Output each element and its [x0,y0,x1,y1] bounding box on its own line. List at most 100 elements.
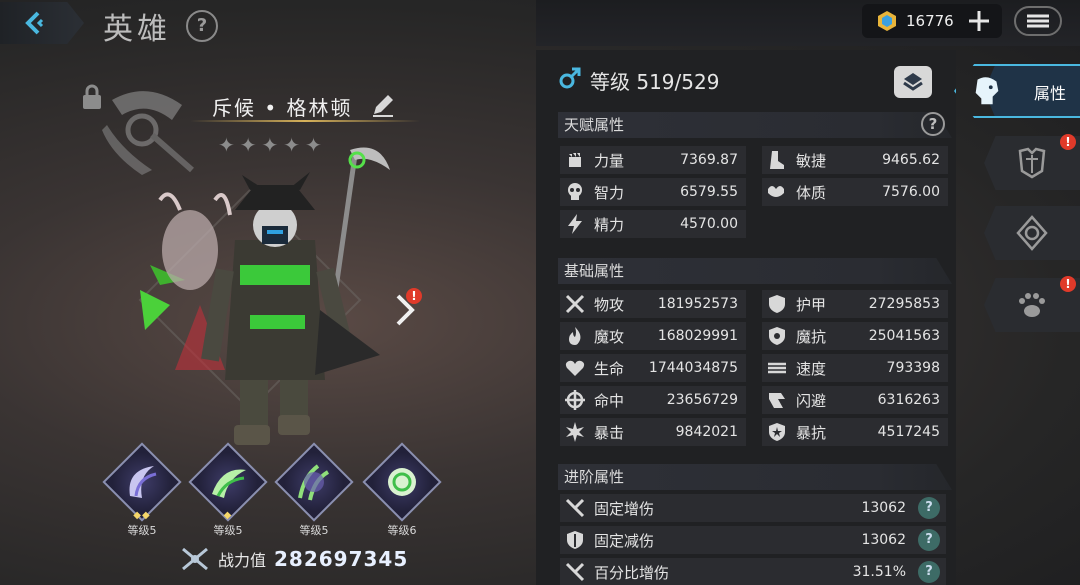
hero-name: 斥候 • 格林顿 [212,96,353,120]
combat-power-value: 282697345 [274,547,409,571]
stat-help-button[interactable]: ? [918,561,940,583]
basic-section-header: 基础属性 [558,258,952,284]
armor-icon [1018,147,1046,179]
stat-label: 护甲 [796,295,827,314]
tab-attributes-label: 属性 [1034,84,1067,103]
stat-fixed-damage-bonus: 固定增伤 13062 ? [560,494,946,522]
stat-label: 体质 [796,183,827,202]
rune-icon [1016,215,1048,251]
skill-upgrade-pips: ◆ [223,510,233,521]
talent-section-header: 天赋属性 [558,112,952,138]
rename-pencil-icon[interactable] [370,92,396,118]
stat-critical: 暴击 9842021 [560,418,746,446]
claw-skill-icon [298,464,330,501]
stat-label: 物攻 [594,295,625,314]
add-gems-plus-icon[interactable] [964,6,994,36]
stat-value: 9465.62 [882,152,940,168]
boot-icon [770,151,784,169]
main-menu-button[interactable] [1014,6,1062,36]
stat-intelligence: 智力 6579.55 [560,178,746,206]
stat-label: 生命 [594,359,625,378]
skill-level: 等级5 [213,524,243,537]
gem-count: 16776 [906,12,954,30]
crit-resist-icon [769,423,785,441]
tab-talent[interactable] [984,206,1080,260]
paw-icon [1019,293,1045,317]
stat-magic-resist: 魔抗 25041563 [762,322,948,350]
stat-speed: 速度 793398 [762,354,948,382]
stat-value: 6579.55 [680,184,738,200]
speed-icon [768,362,786,374]
stat-strength: 力量 7369.87 [560,146,746,174]
crosshair-icon [565,390,585,410]
stat-value: 4517245 [877,424,940,440]
stat-label: 智力 [594,183,625,202]
pet-alert-badge: ! [1060,276,1076,292]
back-button[interactable] [0,2,84,44]
page-title: 英雄 [103,12,171,47]
skull-icon [568,183,582,200]
combat-power: 战力值 282697345 [180,545,408,573]
stat-armor: 护甲 27295853 [762,290,948,318]
sword-percent-icon [565,562,585,582]
stat-help-button[interactable]: ? [918,497,940,519]
gem-icon [878,11,896,31]
stat-label: 速度 [796,359,827,378]
stat-label: 闪避 [796,391,827,410]
stat-value: 793398 [886,360,940,376]
name-underline [190,120,420,122]
stat-value: 7576.00 [882,184,940,200]
skill-slot-1[interactable]: ◆◆ 等级5 [102,442,182,540]
skill-slot-3[interactable]: 等级5 [274,442,354,540]
stat-constitution: 体质 7576.00 [762,178,948,206]
stat-physical-attack: 物攻 181952573 [560,290,746,318]
stat-label: 固定增伤 [594,499,655,518]
heart-icon [565,360,585,376]
stat-value: 13062 [861,500,906,516]
tab-attributes[interactable]: 属性 [954,64,1080,118]
stat-label: 精力 [594,215,625,234]
stat-dodge: 闪避 6316263 [762,386,948,414]
stat-label: 固定减伤 [594,531,655,550]
stat-label: 魔攻 [594,327,625,346]
skill-level: 等级6 [387,524,417,537]
stat-label: 暴击 [594,423,625,442]
hero-level: 等级 519/529 [590,70,720,94]
stat-value: 6316263 [877,392,940,408]
green-arc-skill-icon [212,469,246,498]
crit-icon [566,422,584,442]
swords-icon [565,294,585,314]
stat-value: 7369.87 [680,152,738,168]
stat-value: 4570.00 [680,216,738,232]
stat-label: 力量 [594,151,625,170]
crossed-swords-icon [182,547,208,571]
hero-character-art [138,147,390,445]
stat-agility: 敏捷 9465.62 [762,146,948,174]
muscle-icon [768,186,784,197]
lock-icon[interactable] [80,84,104,110]
stat-value: 181952573 [657,296,738,312]
crescent-skill-icon [129,466,157,498]
skill-level: 等级5 [299,524,329,537]
skill-slot-4[interactable]: 等级6 [362,442,442,540]
skill-slot-2[interactable]: ◆ 等级5 [188,442,268,540]
flame-icon [569,327,581,345]
skill-level: 等级5 [127,524,157,537]
level-up-icon [903,73,923,91]
stat-value: 31.51% [852,564,906,580]
stat-value: 9842021 [675,424,738,440]
stat-crit-resist: 暴抗 4517245 [762,418,948,446]
level-up-button[interactable] [894,66,932,98]
help-button[interactable]: ? [186,10,218,42]
stat-accuracy: 命中 23656729 [560,386,746,414]
stat-magic-attack: 魔攻 168029991 [560,322,746,350]
magic-shield-icon [769,327,785,345]
stat-value: 168029991 [657,328,738,344]
stat-energy: 精力 4570.00 [560,210,746,238]
combat-power-label: 战力值 [218,551,267,570]
shield-icon [769,295,785,313]
dodge-icon [769,393,785,408]
stat-help-button[interactable]: ? [918,529,940,551]
stat-label: 命中 [594,391,625,410]
talent-help-button[interactable]: ? [921,112,945,136]
